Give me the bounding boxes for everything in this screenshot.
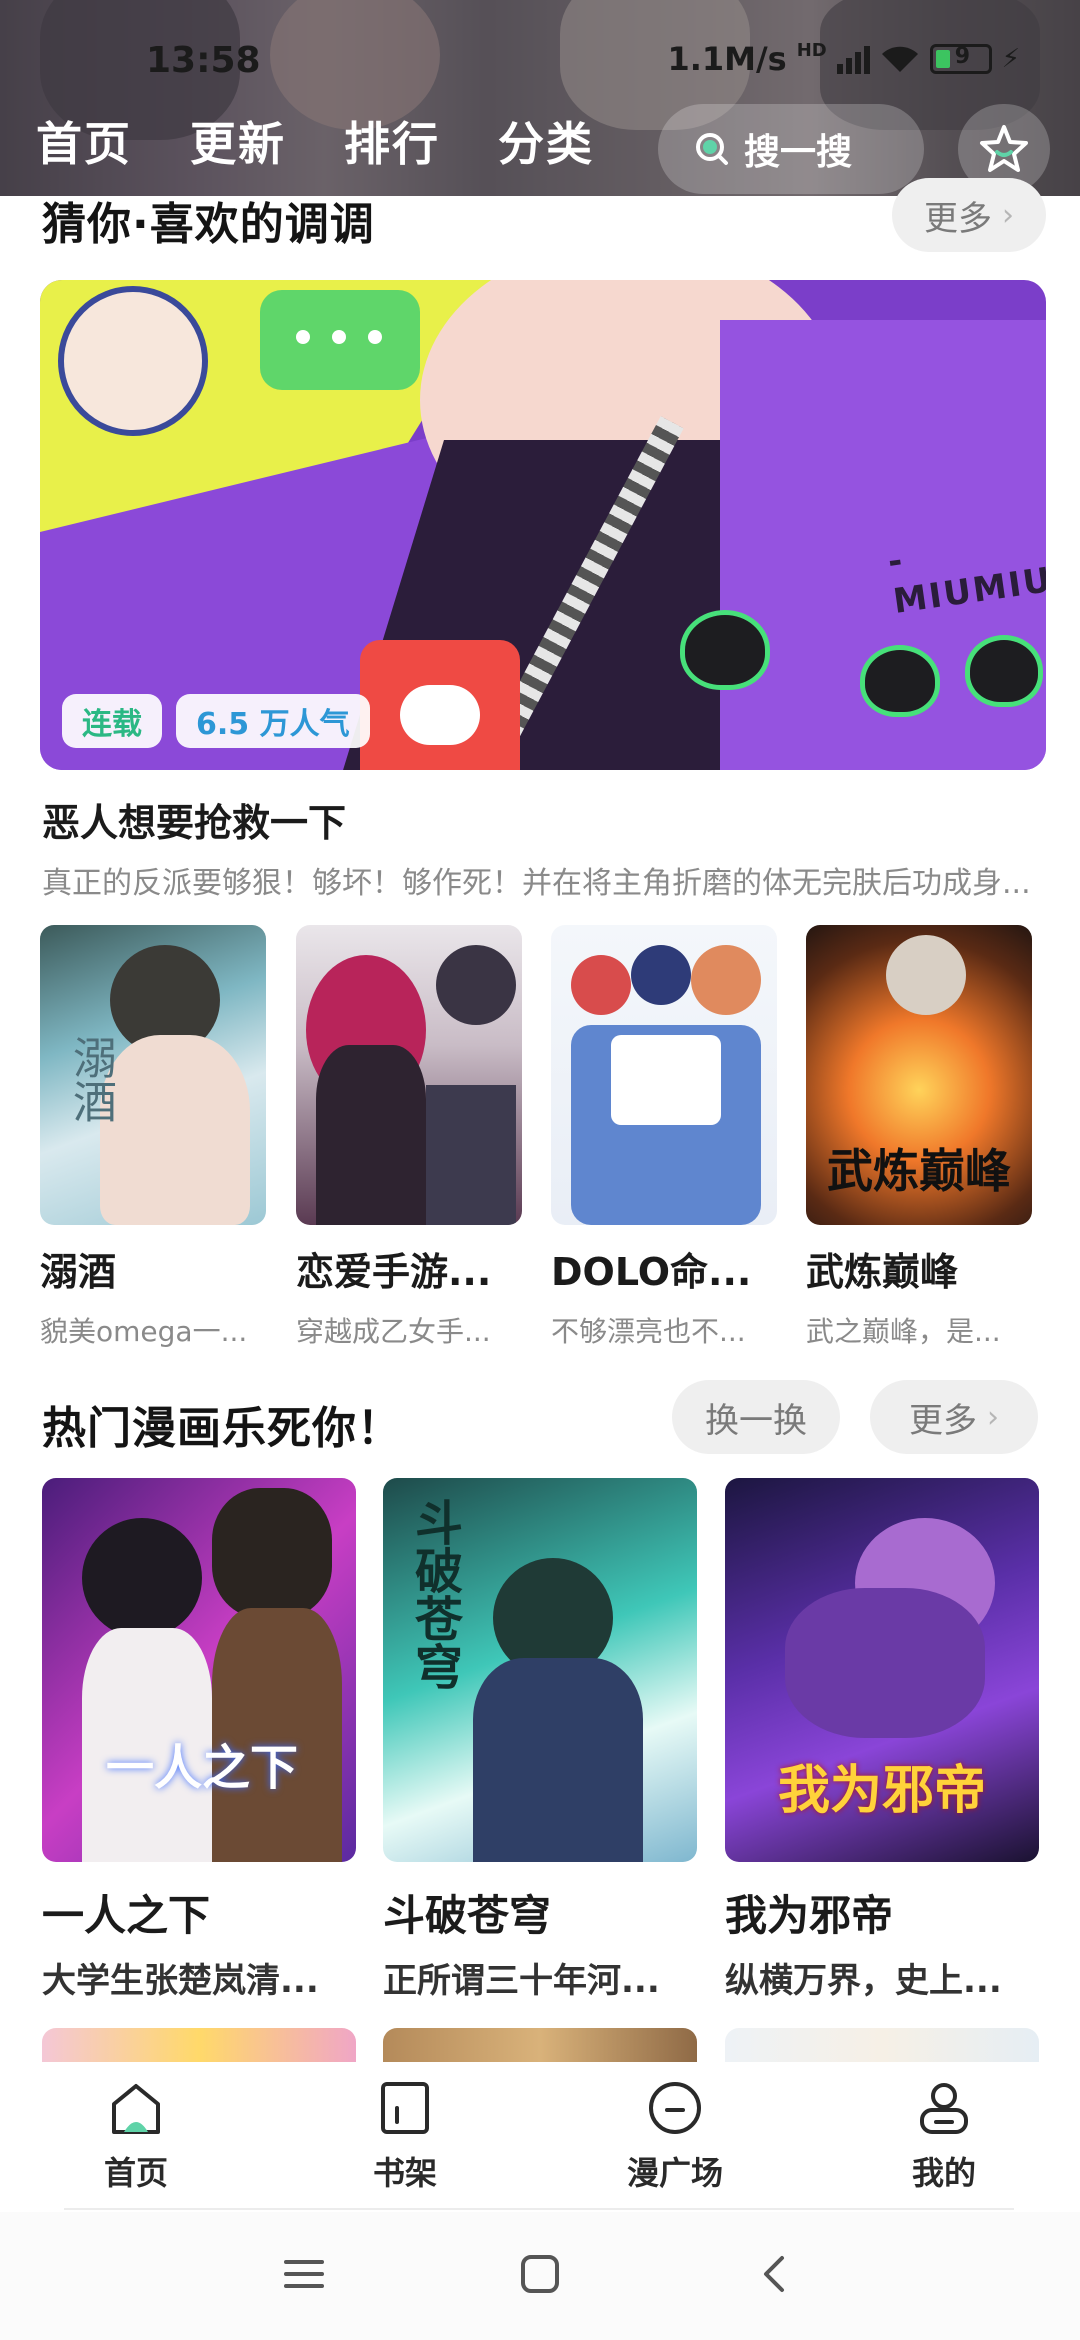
comic-description: 不够漂亮也不... bbox=[551, 1315, 746, 1348]
comic-description: 正所谓三十年河... bbox=[383, 1961, 660, 2001]
search-button[interactable]: 搜一搜 bbox=[658, 104, 924, 194]
tab-ranking[interactable]: 排行 bbox=[344, 108, 440, 174]
comic-title: DOLO命... bbox=[551, 1250, 752, 1294]
comic-cover bbox=[551, 925, 777, 1225]
home-square-icon[interactable] bbox=[520, 2254, 560, 2294]
tab-updates[interactable]: 更新 bbox=[190, 108, 286, 174]
system-nav-bar bbox=[0, 2212, 1080, 2340]
heart-icon bbox=[360, 640, 520, 770]
comic-description: 武之巅峰，是... bbox=[806, 1315, 1001, 1348]
battery-level: 9 bbox=[954, 44, 971, 69]
cover-text: 我为邪帝 bbox=[777, 1761, 986, 1821]
comic-description: 大学生张楚岚清... bbox=[42, 1961, 319, 2001]
cover-text: 溺酒 bbox=[65, 1035, 116, 1123]
plaza-icon bbox=[649, 2082, 701, 2134]
more-label: 更多 bbox=[909, 1400, 977, 1441]
network-type: HD bbox=[796, 40, 827, 61]
chevron-right-icon: › bbox=[987, 1399, 999, 1435]
comic-cover: 一人之下 bbox=[42, 1478, 356, 1862]
comic-title: 斗破苍穹 bbox=[383, 1891, 552, 1940]
network-speed: 1.1M/s bbox=[667, 40, 787, 78]
comic-cover: 斗破苍穹 bbox=[383, 1478, 697, 1862]
cat-art bbox=[680, 610, 770, 690]
featured-description: 真正的反派要够狠！够坏！够作死！并在将主角折磨的体无完肤后功成身... bbox=[42, 866, 1031, 901]
bottom-tab-label: 首页 bbox=[103, 2154, 168, 2192]
comic-card[interactable]: DOLO命... 不够漂亮也不... bbox=[551, 925, 777, 1350]
bottom-tab-label: 书架 bbox=[372, 2154, 437, 2192]
comic-card[interactable]: 一人之下 一人之下 大学生张楚岚清... bbox=[42, 1478, 356, 2002]
charging-icon: ⚡ bbox=[1001, 44, 1020, 74]
battery-icon: 9 bbox=[929, 44, 992, 74]
comic-cover: 溺酒 bbox=[40, 925, 266, 1225]
top-header: 13:58 1.1M/s HD 9 ⚡ 首页 更新 排行 分类 搜一搜 bbox=[0, 0, 1080, 196]
signal-icon bbox=[836, 44, 870, 74]
wifi-icon bbox=[880, 44, 920, 74]
comic-title: 恋爱手游... bbox=[296, 1250, 492, 1294]
bottom-tab-profile[interactable]: 我的 bbox=[864, 2078, 1024, 2194]
section-title-guess: 猜你·喜欢的调调 bbox=[42, 199, 375, 250]
divider bbox=[64, 2208, 1014, 2210]
comic-card[interactable]: 斗破苍穹 斗破苍穹 正所谓三十年河... bbox=[383, 1478, 697, 2002]
star-icon bbox=[980, 125, 1028, 172]
comic-title: 我为邪帝 bbox=[725, 1891, 894, 1940]
search-label: 搜一搜 bbox=[744, 132, 853, 173]
popularity-badge: 6.5 万人气 bbox=[176, 694, 370, 748]
comic-card[interactable]: 恋爱手游... 穿越成乙女手... bbox=[296, 925, 522, 1350]
chibi-avatar-art bbox=[58, 286, 208, 436]
comic-card[interactable]: 武炼巅峰 武炼巅峰 武之巅峰，是... bbox=[806, 925, 1032, 1350]
featured-title[interactable]: 恶人想要抢救一下 bbox=[42, 792, 346, 847]
comic-card[interactable]: 溺酒 溺酒 貌美omega一... bbox=[40, 925, 266, 1350]
comic-card[interactable]: 我为邪帝 我为邪帝 纵横万界，史上... bbox=[725, 1478, 1039, 2002]
status-time: 13:58 bbox=[146, 40, 261, 81]
status-bar: 13:58 1.1M/s HD 9 ⚡ bbox=[0, 0, 1080, 110]
bottom-tab-bar: 首页 书架 漫广场 我的 bbox=[0, 2062, 1080, 2210]
refresh-button[interactable]: 换一换 bbox=[672, 1380, 840, 1454]
tab-home[interactable]: 首页 bbox=[36, 108, 132, 174]
bottom-tab-plaza[interactable]: 漫广场 bbox=[595, 2078, 755, 2194]
bottom-tab-bookshelf[interactable]: 书架 bbox=[325, 2078, 485, 2194]
section-title-hot: 热门漫画乐死你！ bbox=[42, 1403, 402, 1454]
chevron-right-icon: › bbox=[1002, 197, 1014, 233]
comic-description: 纵横万界，史上... bbox=[725, 1961, 1002, 2001]
comic-title: 一人之下 bbox=[42, 1891, 211, 1940]
bookshelf-icon bbox=[381, 2082, 429, 2134]
home-icon bbox=[112, 2084, 160, 2134]
comic-description: 貌美omega一... bbox=[40, 1315, 248, 1348]
tab-categories[interactable]: 分类 bbox=[498, 108, 594, 174]
refresh-label: 换一换 bbox=[705, 1400, 807, 1441]
comic-cover: 我为邪帝 bbox=[725, 1478, 1039, 1862]
profile-icon bbox=[920, 2083, 968, 2134]
bottom-tab-home[interactable]: 首页 bbox=[56, 2078, 216, 2194]
more-button-hot[interactable]: 更多 › bbox=[870, 1380, 1038, 1454]
search-icon bbox=[696, 133, 728, 165]
menu-icon[interactable] bbox=[282, 2254, 326, 2294]
top-nav-tabs: 首页 更新 排行 分类 bbox=[36, 108, 594, 174]
bottom-tab-label: 我的 bbox=[911, 2154, 976, 2192]
status-indicators: 1.1M/s HD 9 ⚡ bbox=[667, 40, 1020, 78]
status-badge: 连载 bbox=[62, 694, 162, 748]
comic-title: 溺酒 bbox=[40, 1250, 117, 1294]
back-icon[interactable] bbox=[758, 2254, 788, 2294]
cover-text: 一人之下 bbox=[105, 1740, 298, 1796]
comic-description: 穿越成乙女手... bbox=[296, 1315, 491, 1348]
bottom-tab-label: 漫广场 bbox=[626, 2154, 723, 2192]
more-label: 更多 bbox=[924, 198, 992, 239]
more-button-guess[interactable]: 更多 › bbox=[892, 178, 1046, 252]
cover-text: 斗破苍穹 bbox=[406, 1498, 462, 1690]
cover-text: 武炼巅峰 bbox=[827, 1144, 1011, 1198]
comic-title: 武炼巅峰 bbox=[806, 1250, 959, 1294]
comic-cover: 武炼巅峰 bbox=[806, 925, 1032, 1225]
comic-cover bbox=[296, 925, 522, 1225]
